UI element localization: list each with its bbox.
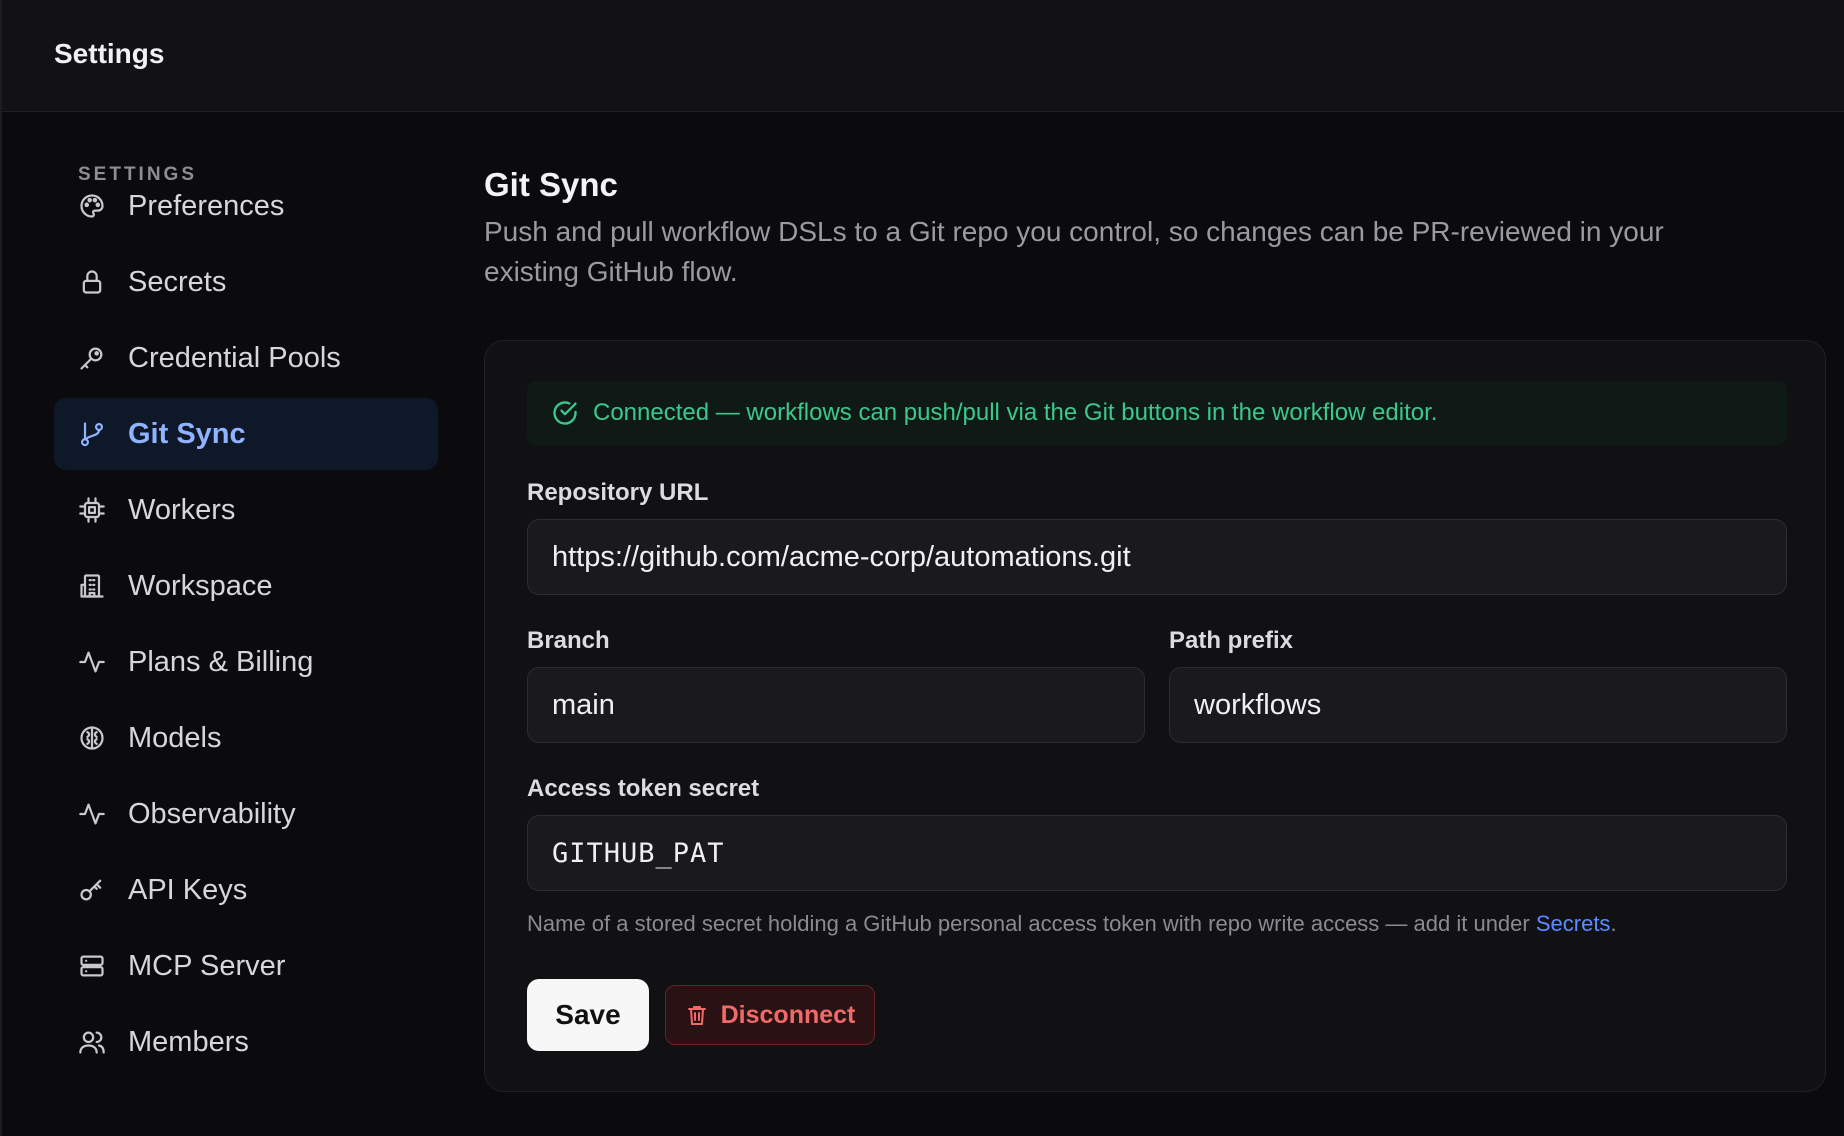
help-suffix: . [1610,911,1617,936]
key-icon [78,876,106,904]
disconnect-label: Disconnect [720,1000,856,1029]
palette-icon [78,192,106,220]
git-sync-card: Connected — workflows can push/pull via … [484,340,1826,1092]
sidebar-item-api-keys[interactable]: API Keys [54,854,438,926]
disconnect-button[interactable]: Disconnect [665,985,875,1045]
access-token-help: Name of a stored secret holding a GitHub… [527,911,1617,937]
branch-input[interactable] [527,667,1145,743]
page-title: Git Sync [484,166,618,203]
path-prefix-input[interactable] [1169,667,1787,743]
building-icon [78,572,106,600]
activity-icon [78,800,106,828]
sidebar-item-label: Models [128,721,222,754]
sidebar-item-label: Plans & Billing [128,645,314,678]
lock-icon [78,268,106,296]
sidebar-item-credential-pools[interactable]: Credential Pools [54,322,438,394]
sidebar-item-observability[interactable]: Observability [54,778,438,850]
git-branch-icon [78,420,106,448]
sidebar-item-label: Members [128,1025,249,1058]
server-icon [78,952,106,980]
sidebar-item-label: Observability [128,797,296,830]
sidebar-item-plans-billing[interactable]: Plans & Billing [54,626,438,698]
save-button[interactable]: Save [527,979,649,1051]
help-text: Name of a stored secret holding a GitHub… [527,911,1536,936]
main-content: Git Sync Push and pull workflow DSLs to … [484,112,1844,1136]
sidebar-item-models[interactable]: Models [54,702,438,774]
brain-icon [78,724,106,752]
sidebar-item-preferences[interactable]: Preferences [54,170,438,242]
secrets-link[interactable]: Secrets [1536,911,1611,936]
sidebar-item-workspace[interactable]: Workspace [54,550,438,622]
banner-text: Connected — workflows can push/pull via … [593,399,1438,426]
check-circle-icon [551,399,579,427]
sidebar: SETTINGS Preferences Secrets Credential … [0,112,460,1136]
sidebar-item-label: Workspace [128,569,273,602]
repository-url-input[interactable] [527,519,1787,595]
sidebar-item-label: API Keys [128,873,248,906]
users-icon [78,1028,106,1056]
sidebar-item-secrets[interactable]: Secrets [54,246,438,318]
app-title: Settings [54,38,165,69]
sidebar-item-mcp-server[interactable]: MCP Server [54,930,438,1002]
sidebar-item-label: MCP Server [128,949,286,982]
path-prefix-label: Path prefix [1169,627,1294,654]
key-round-icon [78,344,106,372]
sidebar-item-workers[interactable]: Workers [54,474,438,546]
connected-banner: Connected — workflows can push/pull via … [527,381,1787,445]
sidebar-item-label: Preferences [128,189,285,222]
branch-label: Branch [527,627,610,654]
sidebar-item-label: Secrets [128,265,227,298]
access-token-input[interactable] [527,815,1787,891]
sidebar-item-members[interactable]: Members [54,1006,438,1078]
access-token-label: Access token secret [527,775,760,802]
page-description: Push and pull workflow DSLs to a Git rep… [484,216,1664,287]
trash-icon [685,1003,709,1027]
top-bar: Settings [0,0,1844,112]
sidebar-item-git-sync[interactable]: Git Sync [54,398,438,470]
sidebar-item-label: Credential Pools [128,341,341,374]
cpu-icon [78,496,106,524]
sidebar-item-label: Git Sync [128,417,246,450]
sidebar-item-label: Workers [128,493,236,526]
repository-url-label: Repository URL [527,479,709,506]
activity-icon [78,648,106,676]
